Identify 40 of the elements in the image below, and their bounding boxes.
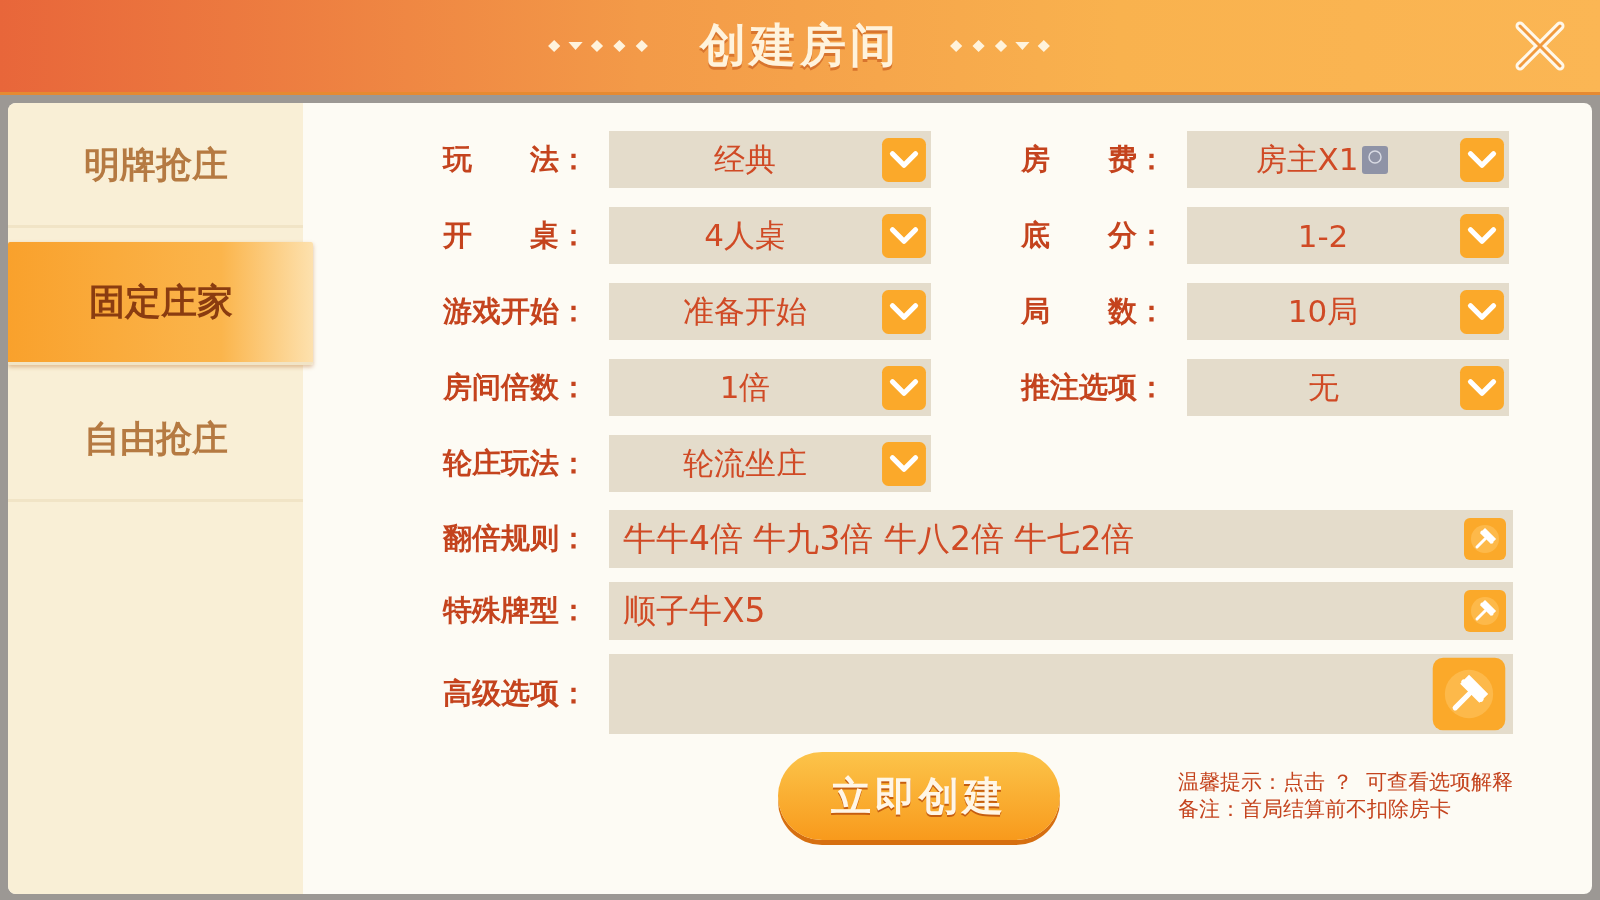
- option-label: 房 费：: [1021, 140, 1167, 178]
- dropdown-field[interactable]: 准备开始: [609, 283, 931, 340]
- dropdown-field[interactable]: 4人桌: [609, 207, 931, 264]
- option-label: 轮庄玩法：: [443, 444, 589, 482]
- chevron-down-icon[interactable]: [1459, 137, 1505, 183]
- option-label: 推注选项：: [1021, 368, 1167, 406]
- dropdown-field[interactable]: 轮流坐庄: [609, 435, 931, 492]
- chevron-down-icon[interactable]: [1459, 289, 1505, 335]
- dropdown-field[interactable]: 房主X1: [1187, 131, 1509, 188]
- dropdown-field[interactable]: 经典: [609, 131, 931, 188]
- dropdown-field[interactable]: 1-2: [1187, 207, 1509, 264]
- option-label: 高级选项：: [443, 675, 589, 712]
- chevron-down-icon[interactable]: [1459, 365, 1505, 411]
- chevron-down-icon[interactable]: [1459, 213, 1505, 259]
- rule-field[interactable]: [609, 654, 1514, 734]
- chevron-down-icon[interactable]: [881, 289, 927, 335]
- sidebar-tab[interactable]: 固定庄家: [8, 242, 313, 365]
- rule-field[interactable]: 顺子牛X5: [609, 582, 1514, 640]
- rule-field[interactable]: 牛牛4倍 牛九3倍 牛八2倍 牛七2倍: [609, 510, 1514, 568]
- chevron-down-icon[interactable]: [881, 365, 927, 411]
- chevron-down-icon[interactable]: [881, 213, 927, 259]
- option-label: 玩 法：: [443, 140, 589, 178]
- sidebar-tab[interactable]: 自由抢庄: [8, 379, 303, 502]
- option-label: 局 数：: [1021, 292, 1167, 330]
- window-title: 创建房间: [700, 17, 900, 74]
- option-label: 翻倍规则：: [443, 520, 589, 557]
- dropdown-field[interactable]: 1倍: [609, 359, 931, 416]
- option-label: 特殊牌型：: [443, 592, 589, 629]
- option-label: 开 桌：: [443, 216, 589, 254]
- dropdown-field[interactable]: 10局: [1187, 283, 1509, 340]
- option-label: 游戏开始：: [443, 292, 589, 330]
- chevron-down-icon[interactable]: [881, 441, 927, 487]
- chevron-down-icon[interactable]: [881, 137, 927, 183]
- card-icon: [1360, 143, 1391, 176]
- dropdown-field[interactable]: 无: [1187, 359, 1509, 416]
- sidebar-tab[interactable]: 明牌抢庄: [8, 105, 303, 228]
- option-label: 房间倍数：: [443, 368, 589, 406]
- hint-text: 备注：首局结算前不扣除房卡: [1178, 796, 1452, 823]
- option-label: 底 分：: [1021, 216, 1167, 254]
- hint-text: 温馨提示：点击 ？ 可查看选项解释: [1178, 769, 1514, 796]
